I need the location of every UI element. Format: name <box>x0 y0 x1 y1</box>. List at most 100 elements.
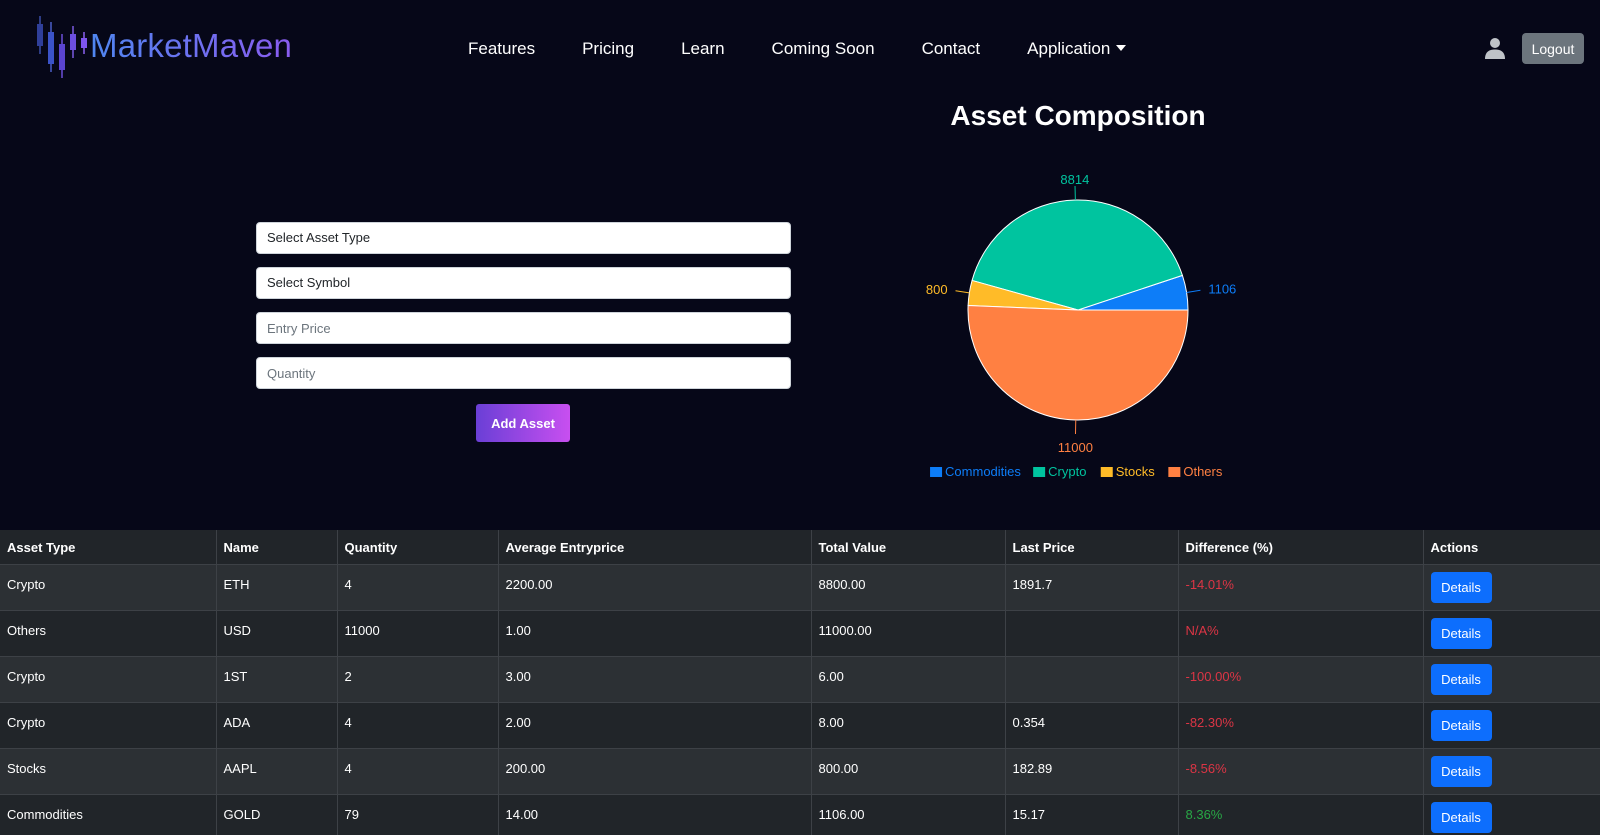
cell-last-price: 0.354 <box>1005 702 1179 749</box>
table-row: Commodities GOLD 79 14.00 1106.00 15.17 8.36% D… <box>0 794 1600 835</box>
pie-value-label: 800 <box>926 282 948 297</box>
legend-label: Crypto <box>1048 464 1086 479</box>
cell-actions: Details <box>1423 564 1600 611</box>
cell-difference: N/A% <box>1178 610 1424 657</box>
pie-value-label: 1106 <box>1208 281 1236 296</box>
column-header-last-price: Last Price <box>1005 530 1179 565</box>
nav-dropdown-label: Application <box>1027 39 1111 58</box>
brand-name: MarketMaven <box>90 27 293 64</box>
cell-actions: Details <box>1423 656 1600 703</box>
cell-total-value: 1106.00 <box>811 794 1006 835</box>
table-row: Crypto ETH 4 2200.00 8800.00 1891.7 -14.01% Det… <box>0 564 1600 611</box>
cell-average-entryprice: 14.00 <box>498 794 812 835</box>
logout-button[interactable]: Logout <box>1522 33 1584 64</box>
cell-total-value: 8800.00 <box>811 564 1006 611</box>
column-header-actions: Actions <box>1423 530 1600 565</box>
cell-quantity: 4 <box>337 748 499 795</box>
column-header-total-value: Total Value <box>811 530 1006 565</box>
legend-label: Commodities <box>945 464 1021 479</box>
nav-links: Features Pricing Learn Coming Soon Conta… <box>468 36 1127 62</box>
cell-difference: -82.30% <box>1178 702 1424 749</box>
column-header-difference: Difference (%) <box>1178 530 1424 565</box>
cell-quantity: 79 <box>337 794 499 835</box>
legend-swatch <box>930 467 943 477</box>
cell-actions: Details <box>1423 702 1600 749</box>
nav-link-pricing[interactable]: Pricing <box>582 39 634 59</box>
nav-dropdown-application[interactable]: Application <box>1027 39 1127 59</box>
cell-difference: -100.00% <box>1178 656 1424 703</box>
quantity-input[interactable] <box>256 357 791 389</box>
cell-asset-type: Commodities <box>0 794 217 835</box>
legend-item-stocks[interactable]: Stocks <box>1100 464 1156 479</box>
cell-average-entryprice: 2.00 <box>498 702 812 749</box>
legend-item-others[interactable]: Others <box>1168 464 1223 479</box>
legend-label: Others <box>1183 464 1223 479</box>
cell-quantity: 4 <box>337 564 499 611</box>
column-header-quantity: Quantity <box>337 530 499 565</box>
legend-swatch <box>1033 467 1046 477</box>
pie-label-line <box>955 290 970 294</box>
user-icon[interactable] <box>1483 36 1507 60</box>
entry-price-input[interactable] <box>256 312 791 344</box>
cell-average-entryprice: 200.00 <box>498 748 812 795</box>
table-header-row: Asset Type Name Quantity Average Entrypr… <box>0 530 1600 565</box>
cell-asset-type: Others <box>0 610 217 657</box>
table-row: Stocks AAPL 4 200.00 800.00 182.89 -8.56% Detai… <box>0 748 1600 795</box>
cell-total-value: 8.00 <box>811 702 1006 749</box>
assets-table-container: Asset Type Name Quantity Average Entrypr… <box>0 530 1600 835</box>
cell-last-price <box>1005 610 1179 657</box>
assets-table: Asset Type Name Quantity Average Entrypr… <box>0 530 1600 835</box>
pie-slice-others[interactable] <box>967 305 1189 421</box>
cell-quantity: 2 <box>337 656 499 703</box>
caret-down-icon <box>1116 45 1127 51</box>
legend-item-crypto[interactable]: Crypto <box>1033 464 1086 479</box>
details-button[interactable]: Details <box>1430 755 1492 787</box>
details-button[interactable]: Details <box>1430 571 1492 603</box>
cell-total-value: 6.00 <box>811 656 1006 703</box>
nav-link-features[interactable]: Features <box>468 39 535 59</box>
details-button[interactable]: Details <box>1430 663 1492 695</box>
brand-link[interactable]: MarketMaven <box>34 14 292 78</box>
nav-link-contact[interactable]: Contact <box>922 39 981 59</box>
cell-difference: -8.56% <box>1178 748 1424 795</box>
pie-value-label: 11000 <box>1058 440 1093 455</box>
chart-title: Asset Composition <box>950 100 1206 131</box>
cell-name: AAPL <box>216 748 338 795</box>
legend-swatch <box>1168 467 1181 477</box>
cell-last-price: 1891.7 <box>1005 564 1179 611</box>
cell-name: 1ST <box>216 656 338 703</box>
cell-quantity: 11000 <box>337 610 499 657</box>
nav-link-learn[interactable]: Learn <box>681 39 724 59</box>
cell-asset-type: Stocks <box>0 748 217 795</box>
symbol-select[interactable]: Select Symbol <box>256 267 791 299</box>
cell-quantity: 4 <box>337 702 499 749</box>
nav-link-coming-soon[interactable]: Coming Soon <box>772 39 875 59</box>
cell-total-value: 11000.00 <box>811 610 1006 657</box>
cell-average-entryprice: 1.00 <box>498 610 812 657</box>
asset-composition-pie-chart: 1106 8814 800 11000 Commodities Crypto Stocks O… <box>926 172 1236 479</box>
table-row: Crypto 1ST 2 3.00 6.00 -100.00% Details <box>0 656 1600 703</box>
cell-name: GOLD <box>216 794 338 835</box>
cell-last-price: 15.17 <box>1005 794 1179 835</box>
cell-average-entryprice: 3.00 <box>498 656 812 703</box>
cell-actions: Details <box>1423 748 1600 795</box>
details-button[interactable]: Details <box>1430 801 1492 833</box>
add-asset-button[interactable]: Add Asset <box>476 404 570 442</box>
table-row: Crypto ADA 4 2.00 8.00 0.354 -82.30% Details <box>0 702 1600 749</box>
cell-last-price: 182.89 <box>1005 748 1179 795</box>
table-row: Others USD 11000 1.00 11000.00 N/A% Details <box>0 610 1600 657</box>
pie-label-line <box>1186 289 1201 293</box>
cell-name: ADA <box>216 702 338 749</box>
details-button[interactable]: Details <box>1430 709 1492 741</box>
cell-asset-type: Crypto <box>0 702 217 749</box>
legend-label: Stocks <box>1116 464 1156 479</box>
chart-legend: Commodities Crypto Stocks Others <box>930 464 1223 479</box>
navbar: MarketMaven Features Pricing Learn Comin… <box>0 0 1600 96</box>
cell-difference: -14.01% <box>1178 564 1424 611</box>
cell-total-value: 800.00 <box>811 748 1006 795</box>
legend-item-commodities[interactable]: Commodities <box>930 464 1021 479</box>
details-button[interactable]: Details <box>1430 617 1492 649</box>
cell-actions: Details <box>1423 610 1600 657</box>
cell-name: USD <box>216 610 338 657</box>
asset-type-select[interactable]: Select Asset Type <box>256 222 791 254</box>
